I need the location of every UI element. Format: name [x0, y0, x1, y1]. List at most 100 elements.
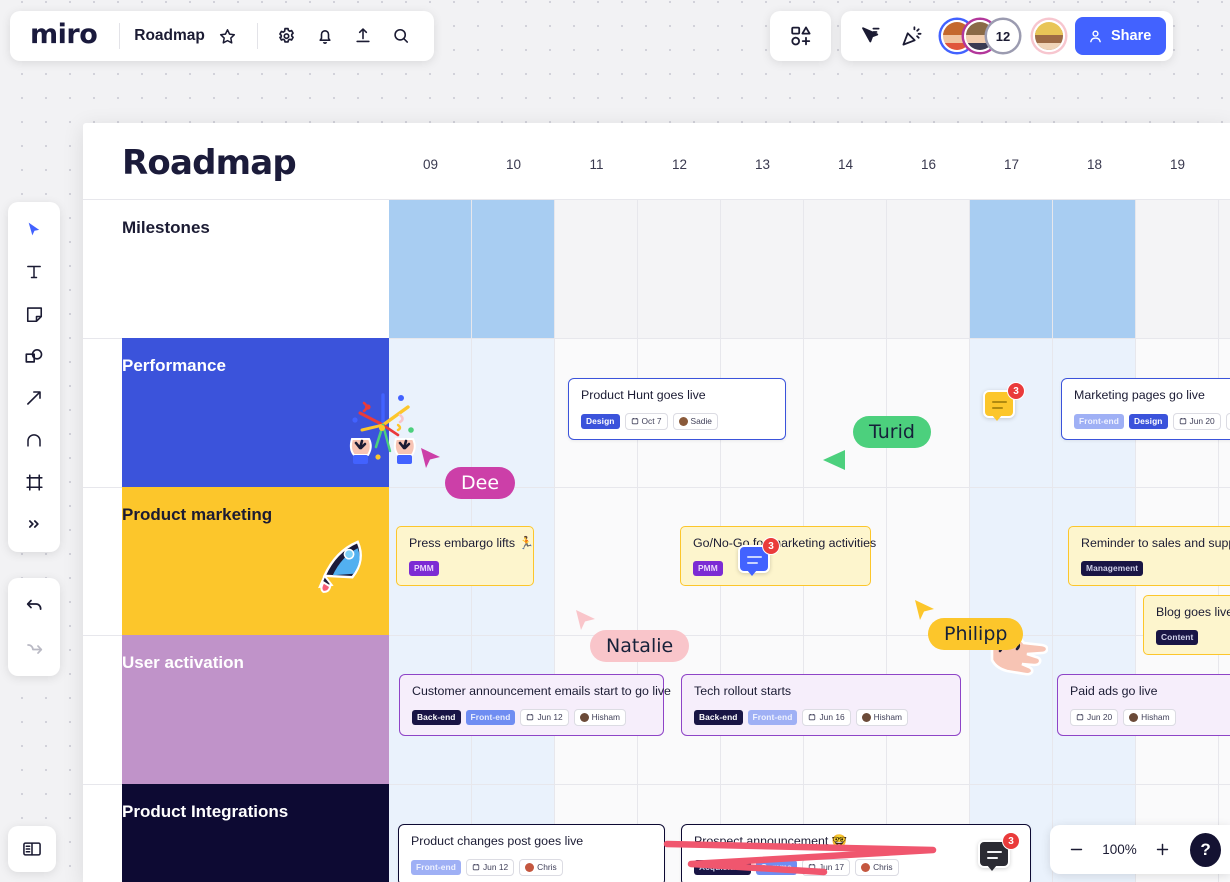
share-button[interactable]: Share: [1075, 17, 1167, 55]
board-frame: Roadmap 09 10 11 12 13 14 16 17 18 19 20 Milestone…: [83, 123, 1230, 882]
zoom-in-button[interactable]: [1145, 831, 1180, 869]
column-header: 12: [671, 157, 688, 172]
zoom-out-button[interactable]: [1059, 831, 1094, 869]
cursor-name-label: Turid: [853, 416, 931, 448]
card-assignee-label: Hisham: [591, 712, 621, 722]
card-date-chip[interactable]: Jun 16: [802, 708, 851, 726]
card-tag[interactable]: Design: [581, 413, 620, 429]
grid-cell[interactable]: [472, 338, 555, 487]
grid-cell[interactable]: [721, 200, 804, 338]
grid-cell[interactable]: [555, 200, 638, 338]
card-tag[interactable]: Acquisition: [694, 859, 751, 875]
calendar-icon: [1076, 714, 1084, 721]
card-tag[interactable]: Content: [1156, 629, 1199, 645]
card-assignee-chip[interactable]: Sadie: [672, 412, 718, 430]
row-label: Milestones: [122, 218, 210, 237]
connector-arrow-tool[interactable]: [14, 378, 54, 418]
zoom-level-label[interactable]: 100%: [1098, 842, 1142, 857]
grid-cell[interactable]: [389, 200, 472, 338]
card-meta: Back-end Front-end Jun 16 Hisham: [694, 708, 948, 726]
avatar-current-user[interactable]: [1033, 20, 1065, 52]
card-assignee-chip[interactable]: Hisham: [1123, 708, 1176, 726]
settings-gear-icon[interactable]: [268, 17, 306, 55]
card-tag[interactable]: Back-end: [694, 709, 743, 725]
card-tag[interactable]: Front-end: [411, 859, 461, 875]
undo-icon[interactable]: [14, 586, 54, 626]
card-tag[interactable]: Front-end: [465, 709, 516, 725]
grid-cell[interactable]: [638, 200, 721, 338]
roadmap-card[interactable]: Marketing pages go live Front-end Design Ju…: [1061, 378, 1230, 440]
roadmap-card[interactable]: Go/No-Go for marketing activities PMM: [680, 526, 876, 586]
row-band[interactable]: [122, 784, 389, 882]
zoom-control: 100% ?: [1050, 825, 1230, 874]
text-tool[interactable]: [14, 252, 54, 292]
comment-pin[interactable]: 3: [738, 537, 780, 577]
cursor-chat-icon[interactable]: [851, 17, 889, 55]
card-assignee-chip[interactable]: Hisham: [573, 708, 627, 726]
miro-logo[interactable]: miro: [24, 19, 109, 53]
grid-cell[interactable]: [804, 200, 887, 338]
brand-panel: miro Roadmap: [10, 11, 434, 61]
card-assignee-label: Chris: [873, 862, 893, 872]
card-assignee-chip[interactable]: Chris: [519, 858, 563, 876]
roadmap-card[interactable]: Blog goes live Content: [1143, 595, 1230, 655]
grid-cell[interactable]: [1053, 200, 1136, 338]
card-date-chip[interactable]: Jun 20: [1172, 412, 1221, 430]
confetti-hands-sticker[interactable]: [338, 385, 428, 465]
comment-pin[interactable]: 3: [978, 832, 1020, 872]
card-tag[interactable]: Back-end: [412, 709, 461, 725]
card-assignee-chip[interactable]: Sadie: [1225, 412, 1230, 430]
card-assignee-chip[interactable]: Chris: [855, 858, 899, 876]
grid-cell[interactable]: [1219, 200, 1230, 338]
card-tag[interactable]: PMM: [409, 560, 439, 576]
collaborator-count-badge[interactable]: 12: [987, 20, 1019, 52]
sticky-note-tool[interactable]: [14, 294, 54, 334]
collaborator-avatars[interactable]: 12: [941, 20, 1065, 52]
comment-pin[interactable]: 3: [983, 382, 1025, 422]
grid-cell[interactable]: [472, 200, 555, 338]
card-date-chip[interactable]: Jun 17: [801, 858, 851, 876]
roadmap-card[interactable]: Tech rollout starts Back-end Front-end Jun …: [681, 674, 961, 736]
card-tag[interactable]: Front-end: [747, 709, 798, 725]
card-date-chip[interactable]: Jun 20: [1070, 708, 1119, 726]
upload-icon[interactable]: [344, 17, 382, 55]
pen-tool[interactable]: [14, 420, 54, 460]
side-panel-toggle-icon[interactable]: [8, 826, 56, 872]
card-tag[interactable]: Design: [1128, 413, 1168, 429]
frame-tool[interactable]: [14, 462, 54, 502]
card-date-chip[interactable]: Jun 12: [520, 708, 569, 726]
help-button[interactable]: ?: [1190, 832, 1222, 867]
roadmap-card[interactable]: Customer announcement emails start to go…: [399, 674, 671, 736]
card-meta: Front-endDesign Jun 20 Sadie: [1074, 412, 1230, 430]
templates-icon[interactable]: [782, 17, 820, 55]
reactions-celebrate-icon[interactable]: [893, 17, 931, 55]
grid-cell[interactable]: [970, 487, 1053, 635]
card-tag[interactable]: Management: [1081, 560, 1144, 576]
roadmap-card[interactable]: Product changes post goes live Front-end J…: [398, 824, 665, 882]
roadmap-card[interactable]: Press embargo lifts 🏃 PMM: [396, 526, 534, 586]
search-icon[interactable]: [382, 17, 420, 55]
card-tag[interactable]: PMM: [693, 560, 723, 576]
roadmap-card[interactable]: Product Hunt goes live Design Oct 7 Sadie: [568, 378, 786, 440]
card-date-label: Jun 20: [1189, 416, 1215, 426]
grid-cell[interactable]: [1136, 200, 1219, 338]
more-tools[interactable]: [14, 504, 54, 544]
redo-icon[interactable]: [14, 628, 54, 668]
select-tool[interactable]: [14, 210, 54, 250]
notification-bell-icon[interactable]: [306, 17, 344, 55]
grid-cell[interactable]: [970, 200, 1053, 338]
card-tag[interactable]: Front-end: [1074, 413, 1124, 429]
roadmap-card[interactable]: Paid ads go live Jun 20 Hisham: [1057, 674, 1230, 736]
board-title[interactable]: Roadmap: [130, 27, 209, 45]
rocket-sticker[interactable]: [309, 540, 375, 596]
card-assignee-chip[interactable]: Hisham: [855, 708, 909, 726]
grid-cell[interactable]: [887, 338, 970, 487]
grid-cell[interactable]: [887, 200, 970, 338]
star-icon[interactable]: [209, 17, 247, 55]
card-date-chip[interactable]: Oct 7: [624, 412, 668, 430]
shapes-tool[interactable]: [14, 336, 54, 376]
roadmap-card[interactable]: Reminder to sales and support Management: [1068, 526, 1230, 586]
card-date-chip[interactable]: Jun 12: [465, 858, 515, 876]
card-meta: Content: [1156, 629, 1230, 645]
card-tag[interactable]: Comms: [755, 859, 797, 875]
